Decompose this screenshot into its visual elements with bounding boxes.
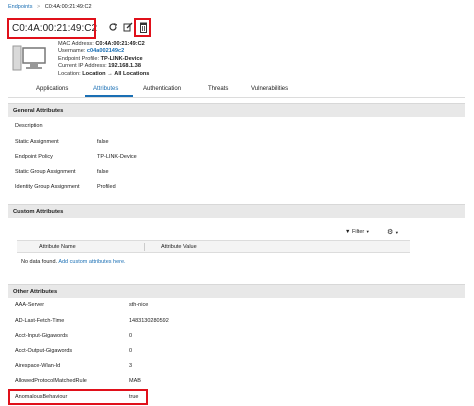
endpoint-details: MAC Address: C0:4A:00:21:49:C2 Username:…	[58, 41, 198, 78]
detail-label: Location:	[58, 70, 81, 77]
filter-icon: ▼	[345, 229, 351, 235]
detail-label: MAC Address:	[58, 41, 94, 47]
acct-output-gigawords-value: 0	[129, 348, 133, 354]
detail-label: Current IP Address:	[58, 63, 107, 70]
acct-input-gigawords-value: 0	[129, 333, 133, 339]
tab-vulnerabilities[interactable]: Vulnerabilities	[251, 86, 288, 92]
breadcrumb-current: C0:4A:00:21:49:C2	[44, 4, 92, 10]
title-highlight-box	[7, 18, 96, 39]
detail-value: 192.168.1.38	[108, 63, 141, 70]
tab-applications[interactable]: Applications	[36, 86, 68, 92]
tab-attributes[interactable]: Attributes	[93, 86, 118, 92]
column-attribute-value[interactable]: Attribute Value	[161, 244, 197, 250]
endpoint-policy-label: Endpoint Policy	[15, 154, 53, 160]
detail-label: Endpoint Profile:	[58, 55, 100, 62]
detail-value: TP-LINK-Device	[100, 55, 143, 62]
breadcrumb-separator: >	[37, 4, 41, 10]
username-row: Username: c04a002149c2	[58, 48, 198, 55]
description-label: Description	[15, 123, 43, 129]
settings-button[interactable]: ⚙ ▼	[387, 228, 399, 236]
no-data-text: No data found.	[21, 259, 58, 265]
breadcrumb: Endpoints > C0:4A:00:21:49:C2	[8, 4, 92, 10]
static-group-assignment-value: false	[97, 169, 109, 175]
chevron-down-icon: ▼	[394, 230, 399, 235]
anomalous-behaviour-highlight-box	[8, 389, 148, 405]
username-link[interactable]: c04a002149c2	[87, 48, 124, 54]
filter-label: Filter	[351, 229, 365, 235]
tab-authentication[interactable]: Authentication	[143, 86, 181, 92]
static-group-assignment-label: Static Group Assignment	[15, 169, 76, 175]
edit-icon[interactable]	[123, 22, 133, 32]
arrow-icon: →	[107, 70, 113, 77]
detail-value: C0:4A:00:21:49:C2	[95, 41, 145, 47]
column-separator	[144, 243, 145, 251]
acct-output-gigawords-label: Acct-Output-Gigawords	[15, 348, 73, 354]
tabs-divider	[8, 97, 465, 98]
add-custom-attributes-link[interactable]: Add custom attributes here.	[58, 259, 125, 265]
filter-button[interactable]: ▼ Filter ▼	[345, 229, 370, 235]
endpoint-profile-row: Endpoint Profile: TP-LINK-Device	[58, 56, 198, 63]
custom-attributes-table-header: Attribute Name Attribute Value	[17, 240, 410, 253]
ip-address-row: Current IP Address: 192.168.1.38	[58, 63, 198, 70]
static-assignment-label: Static Assignment	[15, 139, 59, 145]
static-assignment-value: false	[97, 139, 109, 145]
ad-last-fetch-time-label: AD-Last-Fetch-Time	[15, 318, 65, 324]
acct-input-gigawords-label: Acct-Input-Gigawords	[15, 333, 68, 339]
identity-group-assignment-label: Identity Group Assignment	[15, 184, 80, 190]
empty-table-message: No data found. Add custom attributes her…	[21, 259, 126, 265]
airespace-wlan-id-value: 3	[129, 363, 133, 369]
custom-attributes-header: Custom Attributes	[8, 204, 465, 218]
delete-icon-highlight-box	[134, 18, 151, 37]
other-attributes-header: Other Attributes	[8, 284, 465, 298]
mac-address-row: MAC Address: C0:4A:00:21:49:C2	[58, 41, 198, 48]
general-attributes-header: General Attributes	[8, 103, 465, 117]
breadcrumb-endpoints-link[interactable]: Endpoints	[8, 4, 32, 10]
detail-value: Location	[82, 70, 106, 77]
ad-last-fetch-time-value: 1483130280592	[129, 318, 169, 324]
allowed-protocol-matched-rule-value: MAB	[129, 378, 141, 384]
allowed-protocol-matched-rule-label: AllowedProtocolMatchedRule	[15, 378, 87, 384]
chevron-down-icon: ▼	[365, 229, 370, 234]
detail-label: Username:	[58, 48, 86, 55]
location-row: Location: Location → All Locations	[58, 71, 198, 78]
computer-icon	[12, 45, 46, 71]
column-attribute-name[interactable]: Attribute Name	[39, 244, 76, 250]
detail-value: All Locations	[114, 70, 150, 77]
tab-threats[interactable]: Threats	[208, 86, 228, 92]
aaa-server-value: sth-nice	[129, 302, 149, 308]
endpoint-policy-value: TP-LINK-Device	[97, 154, 137, 160]
gear-icon: ⚙	[387, 229, 394, 236]
identity-group-assignment-value: Profiled	[97, 184, 116, 190]
aaa-server-label: AAA-Server	[15, 302, 45, 308]
airespace-wlan-id-label: Airespace-Wlan-Id	[15, 363, 61, 369]
refresh-icon[interactable]	[108, 22, 118, 32]
